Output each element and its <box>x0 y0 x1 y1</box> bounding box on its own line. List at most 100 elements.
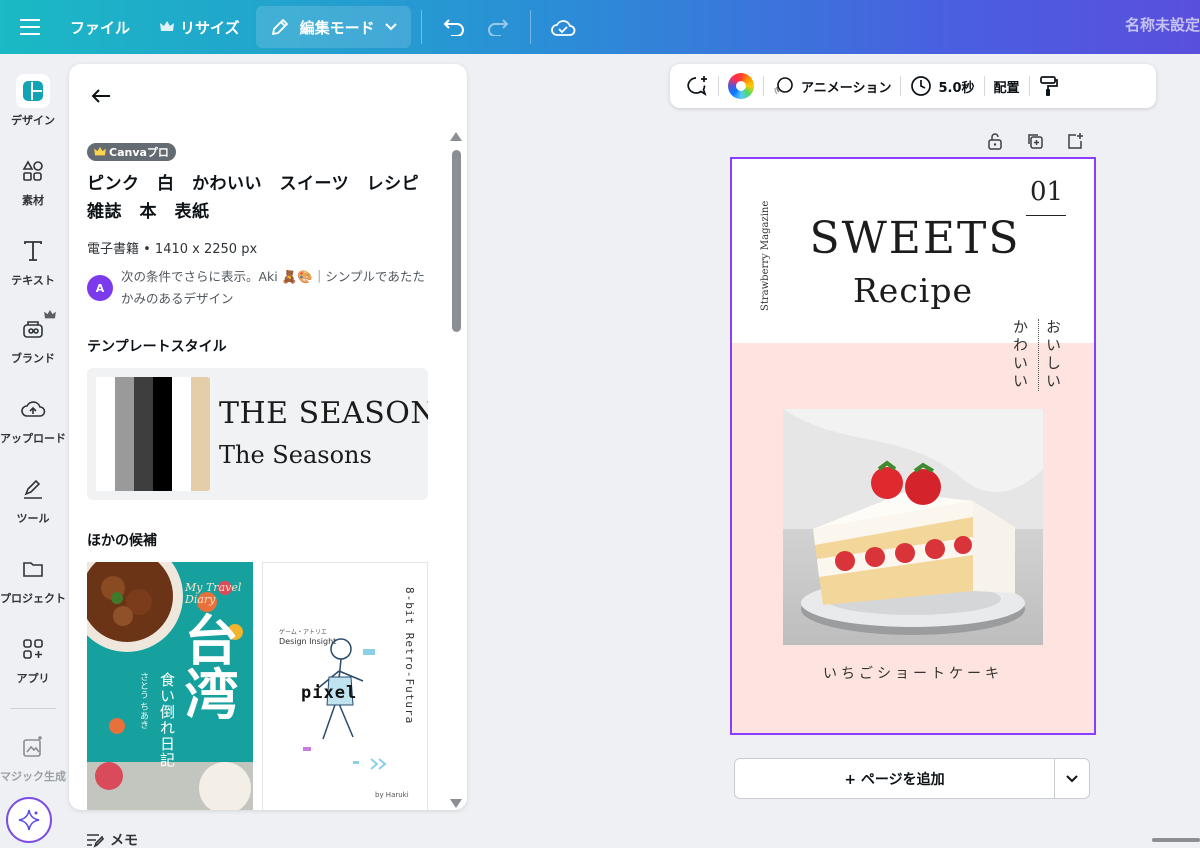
vertical-text-oishii[interactable]: おいしい <box>1038 319 1064 391</box>
cand2-big-text: pixel <box>301 683 358 703</box>
template-style-card[interactable]: THE SEASONS The Seasons <box>87 368 428 500</box>
chevron-down-icon <box>1066 774 1078 782</box>
folder-icon <box>16 552 50 586</box>
cand1-small-text: さとう ちあき <box>138 672 148 729</box>
sparkle-icon <box>18 809 40 831</box>
toolbar-divider <box>529 10 531 44</box>
rail-item-design[interactable]: デザイン <box>0 74 66 128</box>
template-meta: 電子書籍 • 1410 x 2250 px <box>87 242 258 257</box>
redo-icon <box>487 19 509 36</box>
issue-number[interactable]: 01 <box>1030 177 1063 207</box>
pixel-character-illustration <box>303 638 387 770</box>
cake-caption[interactable]: いちごショートケーキ <box>732 663 1094 683</box>
file-menu-button[interactable]: ファイル <box>60 6 140 48</box>
position-button[interactable]: 配置 <box>987 69 1027 103</box>
cake-photo[interactable] <box>783 409 1043 645</box>
back-button[interactable] <box>87 82 115 110</box>
scroll-down-arrow[interactable] <box>450 799 462 808</box>
animation-icon <box>774 77 793 95</box>
draw-tool-icon <box>16 472 50 506</box>
magic-image-icon <box>16 730 50 764</box>
rail-label: マジック生成 <box>0 770 66 783</box>
cand1-script: My Travel Diary <box>185 581 242 606</box>
rail-label: テキスト <box>11 274 55 287</box>
notes-button[interactable]: メモ <box>86 830 138 848</box>
zoom-slider[interactable] <box>1152 838 1200 842</box>
edit-mode-label: 編集モード <box>299 18 375 37</box>
template-detail-panel: Canvaプロ ピンク 白 かわいい スイーツ レシピ 雑誌 本 表紙 電子書籍… <box>69 64 467 810</box>
add-page-icon-button[interactable] <box>1064 130 1086 152</box>
design-page[interactable]: 01 Strawberry Magazine SWEETS Recipe おいし… <box>730 157 1096 735</box>
left-rail: デザイン 素材 テキスト ブランド アップロード ツール プロジェクト アプリ … <box>0 54 66 848</box>
context-toolbar: アニメーション 5.0秒 配置 <box>670 64 1156 108</box>
lock-page-button[interactable] <box>984 130 1006 152</box>
resize-button[interactable]: リサイズ <box>150 6 250 48</box>
other-candidates-heading: ほかの候補 <box>87 533 157 549</box>
background-color-button[interactable] <box>721 69 761 103</box>
edit-mode-button[interactable]: 編集モード <box>255 6 411 48</box>
panel-scrollbar[interactable] <box>448 132 464 808</box>
add-page-button[interactable]: + ページを追加 <box>735 759 1055 798</box>
crown-icon <box>160 21 175 31</box>
add-comment-button[interactable] <box>678 69 716 103</box>
badge-label: Canvaプロ <box>109 146 169 159</box>
menu-button[interactable] <box>0 6 60 48</box>
cloud-upload-icon <box>16 392 50 426</box>
rail-label: 素材 <box>22 194 44 207</box>
rail-item-uploads[interactable]: アップロード <box>0 392 66 446</box>
add-page-dropdown[interactable] <box>1055 759 1089 798</box>
rail-item-projects[interactable]: プロジェクト <box>0 552 66 606</box>
title-sweets[interactable]: SWEETS <box>732 213 1094 264</box>
cand2-foot-text: by Haruki <box>375 791 409 799</box>
candidate-template-taiwan[interactable]: My Travel Diary 台湾 食い倒れ日記 さとう ちあき <box>87 562 253 810</box>
color-swatch <box>134 377 153 491</box>
toolbar-divider <box>900 76 902 96</box>
color-swatch <box>96 377 115 491</box>
animation-button[interactable]: アニメーション <box>766 69 898 103</box>
undo-button[interactable] <box>432 6 476 48</box>
rail-label: プロジェクト <box>0 592 66 605</box>
crown-icon <box>44 310 56 319</box>
duration-button[interactable]: 5.0秒 <box>903 69 981 103</box>
redo-button[interactable] <box>476 6 520 48</box>
toolbar-divider <box>983 76 985 96</box>
rail-item-apps[interactable]: アプリ <box>0 632 66 686</box>
rail-item-brand[interactable]: ブランド <box>0 310 66 366</box>
scroll-thumb[interactable] <box>452 150 461 332</box>
position-label: 配置 <box>993 80 1020 96</box>
color-swatch <box>115 377 134 491</box>
scroll-up-arrow[interactable] <box>450 132 462 141</box>
toolbar-divider <box>718 76 719 96</box>
text-t-icon <box>16 234 50 268</box>
document-title[interactable]: 名称未設定 <box>1125 14 1200 35</box>
magic-assistant-button[interactable] <box>6 797 52 843</box>
lock-icon <box>988 133 1002 150</box>
author-avatar[interactable]: A <box>87 275 113 301</box>
color-swatch <box>172 377 191 491</box>
cloud-save-button[interactable] <box>541 6 585 48</box>
candidate-template-pixel[interactable]: 8-bit Retro-Futura ゲーム・アトリエ Design Insig… <box>262 562 428 810</box>
toolbar-divider <box>1028 76 1030 96</box>
rail-item-draw[interactable]: ツール <box>0 472 66 526</box>
hamburger-icon <box>20 19 40 35</box>
canva-pro-badge: Canvaプロ <box>87 143 176 161</box>
rail-divider <box>10 708 56 709</box>
vertical-text-kawaii[interactable]: かわいい <box>1010 319 1031 391</box>
strawberry-shortcake-image <box>783 409 1043 635</box>
add-page-control: + ページを追加 <box>734 758 1090 799</box>
rail-item-text[interactable]: テキスト <box>0 234 66 288</box>
duplicate-page-button[interactable] <box>1024 130 1046 152</box>
crown-icon <box>94 147 106 156</box>
top-bar: ファイル リサイズ 編集モード 名称未設定 <box>0 0 1200 54</box>
rail-item-elements[interactable]: 素材 <box>0 154 66 208</box>
author-link[interactable]: 次の条件でさらに表示。Aki 🧸🎨｜シンプルであたたかみのあるデザイン <box>121 266 426 310</box>
title-recipe[interactable]: Recipe <box>732 271 1094 310</box>
design-icon <box>16 74 50 108</box>
rail-label: デザイン <box>11 114 55 127</box>
style-font-heading: THE SEASONS <box>219 396 428 431</box>
animation-label: アニメーション <box>801 80 892 96</box>
rail-label: ブランド <box>11 352 55 365</box>
rail-item-magic-media[interactable]: マジック生成 <box>0 730 66 784</box>
copy-style-button[interactable] <box>1032 69 1066 103</box>
paint-roller-icon <box>1039 76 1058 96</box>
